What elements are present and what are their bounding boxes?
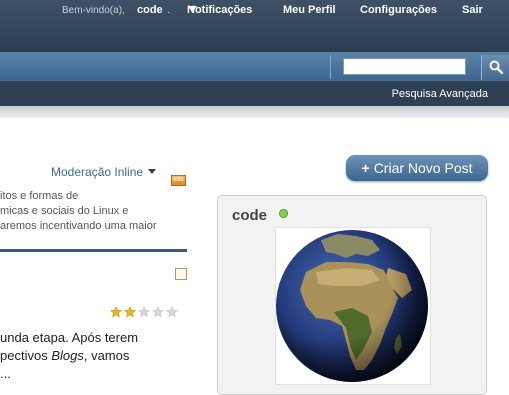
post-text: pectivos: [0, 348, 52, 363]
blog-description: itos e formas de micas e sociais do Linu…: [0, 189, 190, 234]
online-status-icon: [279, 209, 288, 218]
search-divider: [330, 55, 331, 79]
section-divider: [0, 249, 187, 252]
create-new-post-label: Criar Novo Post: [373, 160, 473, 176]
content-top-shadow: [0, 106, 509, 118]
search-icon: [489, 60, 503, 74]
star-empty-icon[interactable]: [166, 306, 178, 318]
star-empty-icon[interactable]: [138, 306, 150, 318]
logout-link[interactable]: Sair: [462, 4, 483, 16]
globe-avatar-icon: [276, 230, 428, 382]
description-line: itos e formas de: [0, 190, 79, 202]
profile-name[interactable]: code: [232, 207, 267, 224]
star-filled-icon[interactable]: [124, 306, 136, 318]
inline-moderation-menu[interactable]: Moderação Inline: [51, 165, 157, 179]
plus-icon: +: [361, 160, 370, 176]
blogs-emphasis: Blogs: [51, 348, 84, 363]
search-button[interactable]: [481, 55, 509, 80]
chevron-down-icon: [148, 169, 157, 174]
create-new-post-button[interactable]: + Criar Novo Post: [346, 155, 488, 181]
settings-link[interactable]: Configurações: [360, 4, 437, 16]
post-line: ...: [0, 366, 11, 381]
post-excerpt: unda etapa. Após terem pectivos Blogs, v…: [0, 329, 190, 383]
notifications-menu[interactable]: Notificações: [187, 4, 252, 16]
notifications-label: Notificações: [187, 4, 253, 16]
star-filled-icon[interactable]: [110, 306, 122, 318]
post-text: , vamos: [83, 348, 130, 363]
welcome-text: Bem-vindo(a),: [62, 5, 125, 16]
my-profile-link[interactable]: Meu Perfil: [283, 4, 336, 16]
username-separator: .: [167, 4, 171, 16]
avatar[interactable]: [275, 227, 431, 385]
description-line: aremos incentivando uma maior: [0, 220, 157, 232]
post-line: pectivos Blogs, vamos: [0, 347, 190, 365]
advanced-search-link[interactable]: Pesquisa Avançada: [392, 88, 488, 100]
top-nav: Bem-vindo(a), code . Notificações Meu Pe…: [0, 4, 509, 18]
rss-icon[interactable]: RSS: [171, 175, 186, 186]
description-line: micas e sociais do Linux e: [0, 205, 129, 217]
inline-moderation-label: Moderação Inline: [51, 165, 144, 179]
search-input[interactable]: [343, 58, 466, 75]
sub-nav-bar: Pesquisa Avançada: [0, 80, 509, 106]
post-line: unda etapa. Após terem: [0, 330, 139, 345]
username-link[interactable]: code: [137, 4, 163, 16]
star-empty-icon[interactable]: [152, 306, 164, 318]
select-post-checkbox[interactable]: [175, 268, 187, 280]
